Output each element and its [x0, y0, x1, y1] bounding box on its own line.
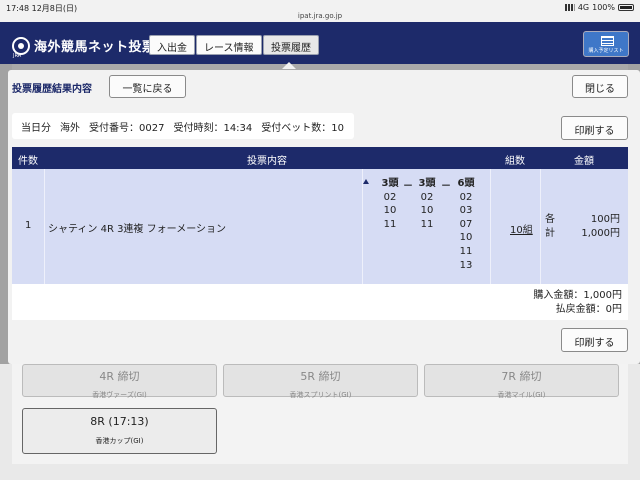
- print-button-bottom[interactable]: 印刷する: [561, 328, 628, 352]
- battery-icon: [618, 4, 634, 11]
- race-card-name: 香港カップ(GI): [95, 437, 144, 445]
- status-bar: 17:48 12月8日(日) ipat.jra.go.jp 4G 100%: [0, 0, 640, 22]
- schedule-list-button[interactable]: 購入予定リスト: [583, 31, 629, 57]
- status-indicators: 4G 100%: [564, 3, 634, 12]
- combination-count-link[interactable]: 10組: [510, 221, 533, 236]
- race-card-7r[interactable]: 7R 締切 香港マイル(GI): [424, 364, 619, 399]
- race-card-time: 4R 締切: [99, 370, 140, 383]
- site-title: 海外競馬ネット投票: [34, 40, 156, 55]
- race-card-5r[interactable]: 5R 締切 香港スプリント(GI): [223, 364, 418, 399]
- close-button[interactable]: 閉じる: [572, 75, 628, 98]
- signal-icon: [564, 4, 575, 11]
- nav-vote-history-button[interactable]: 投票履歴: [263, 35, 319, 55]
- address-url[interactable]: ipat.jra.go.jp: [0, 12, 640, 20]
- vote-history-modal: [8, 70, 640, 364]
- jra-logo-icon: [12, 36, 30, 55]
- print-button-top[interactable]: 印刷する: [561, 116, 628, 140]
- network-label: 4G: [577, 3, 590, 12]
- nav-deposit-button[interactable]: 入出金: [149, 35, 195, 55]
- back-to-list-button[interactable]: 一覧に戻る: [109, 75, 186, 98]
- race-card-4r[interactable]: 4R 締切 香港ヴァーズ(GI): [22, 364, 217, 399]
- race-card-time: 5R 締切: [300, 370, 341, 383]
- site-logo[interactable]: 海外競馬ネット投票: [12, 36, 156, 55]
- race-card-8r[interactable]: 8R (17:13) 香港カップ(GI): [22, 408, 217, 454]
- race-card-time: 8R (17:13): [90, 415, 149, 428]
- jra-logo-text: JRA: [13, 53, 22, 59]
- race-card-name: 香港ヴァーズ(GI): [92, 391, 147, 399]
- race-card-name: 香港マイル(GI): [497, 391, 546, 399]
- race-card-name: 香港スプリント(GI): [289, 391, 352, 399]
- battery-label: 100%: [592, 3, 615, 12]
- popover-caret: [282, 62, 296, 69]
- schedule-list-label: 購入予定リスト: [588, 48, 624, 54]
- list-icon: [601, 36, 614, 46]
- race-card-time: 7R 締切: [501, 370, 542, 383]
- nav-race-info-button[interactable]: レース情報: [196, 35, 262, 55]
